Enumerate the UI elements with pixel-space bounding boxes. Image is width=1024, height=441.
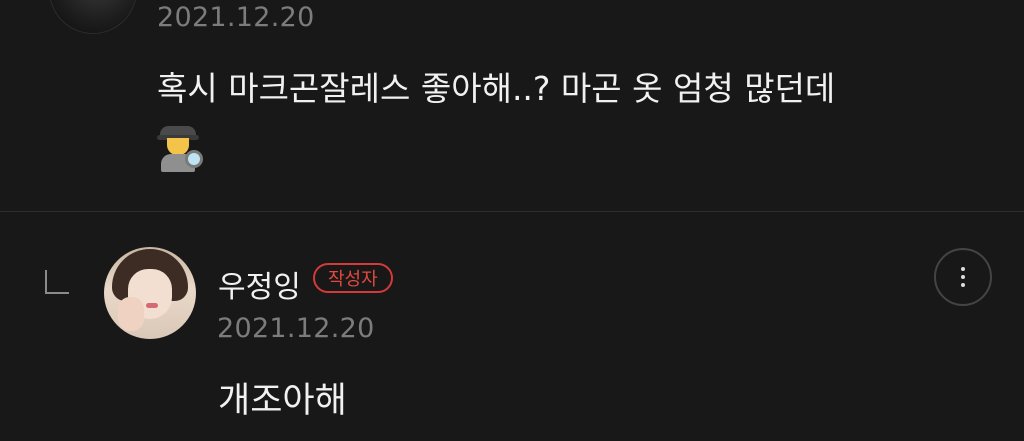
reply-date: 2021.12.20 — [217, 313, 375, 344]
kebab-menu-icon — [961, 267, 965, 287]
more-options-button[interactable] — [934, 248, 992, 306]
reply-arrow-icon — [45, 270, 69, 294]
author-badge: 작성자 — [313, 263, 393, 293]
comment-date: 2021.12.20 — [157, 2, 315, 33]
comment-thread: 2021.12.20 혹시 마크곤잘레스 좋아해..? 마곤 옷 엄청 많던데 … — [0, 0, 1024, 441]
detective-icon — [157, 124, 203, 174]
reply-author-avatar[interactable] — [104, 247, 196, 339]
reply-author-name[interactable]: 우정잉 — [218, 262, 301, 306]
commenter-avatar[interactable] — [49, 0, 137, 34]
comment-body: 혹시 마크곤잘레스 좋아해..? 마곤 옷 엄청 많던데 — [157, 60, 997, 176]
comment-divider — [0, 211, 1024, 212]
reply-body: 개조아해 — [218, 381, 347, 421]
comment-text: 혹시 마크곤잘레스 좋아해..? 마곤 옷 엄청 많던데 — [157, 69, 836, 108]
